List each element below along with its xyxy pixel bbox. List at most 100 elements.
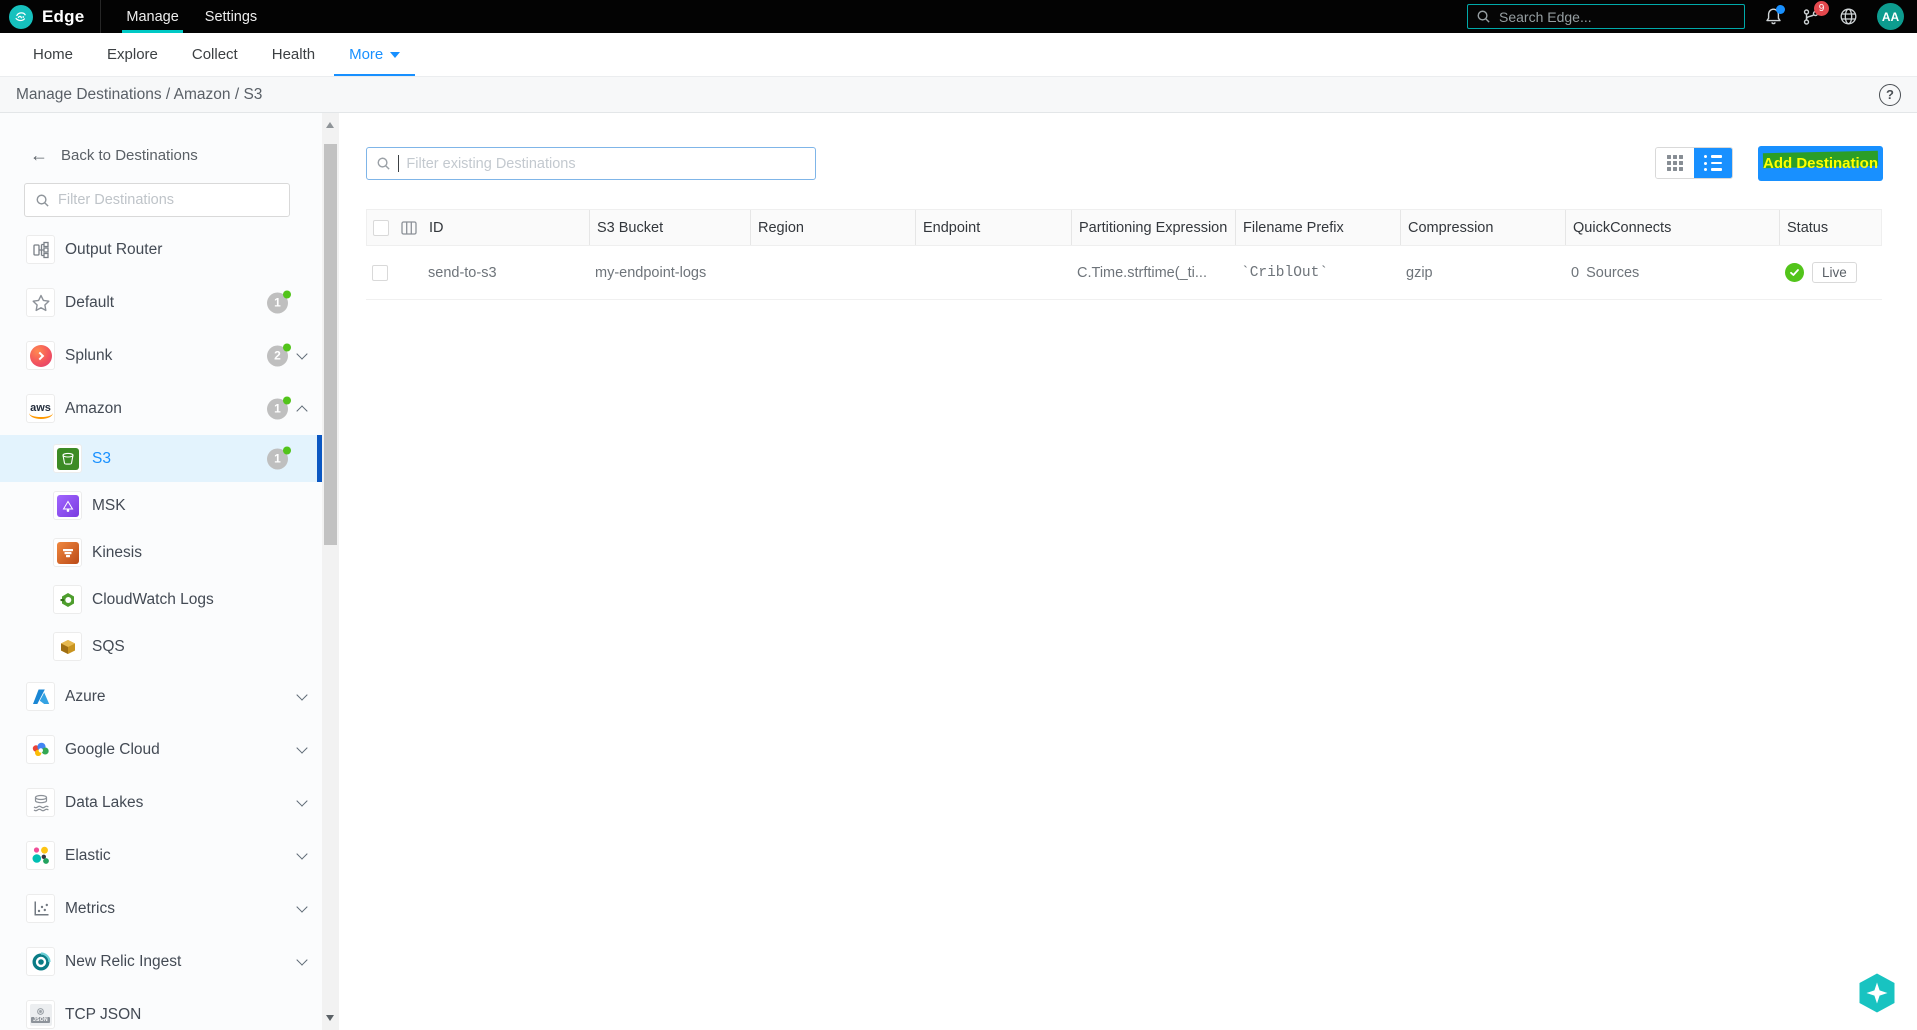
sidebar-item-azure[interactable]: Azure [0,670,322,723]
new-relic-icon [26,947,55,976]
sidebar-item-kinesis[interactable]: Kinesis [0,529,322,576]
sidebar-item-google-cloud[interactable]: Google Cloud [0,723,322,776]
chevron-up-icon [296,404,308,417]
quickconnects-count: 0 [1571,264,1580,281]
sidebar-scrollbar[interactable] [322,113,339,1030]
cell-quickconnects: 0 Sources [1564,246,1778,299]
sidebar-item-tcp-json[interactable]: JSON TCP JSON [0,988,322,1030]
secondary-nav: Home Explore Collect Health More [0,33,1917,76]
sidebar-filter-input[interactable]: Filter Destinations [24,183,290,217]
table-row[interactable]: send-to-s3 my-endpoint-logs C.Time.strft… [366,246,1882,300]
brand-logo-area[interactable]: Edge [0,0,102,33]
header-partitioning-expression: Partitioning Expression [1071,210,1235,245]
count-badge: 1 [267,290,291,313]
chevron-down-icon [296,847,308,860]
list-view-button[interactable] [1694,148,1732,178]
notifications-button[interactable] [1764,5,1785,26]
cell-id[interactable]: send-to-s3 [366,246,588,299]
back-to-destinations-link[interactable]: ← Back to Destinations [0,113,322,164]
header-quickconnects: QuickConnects [1565,210,1779,245]
data-lakes-icon [26,788,55,817]
sidebar-item-sqs[interactable]: SQS [0,623,322,670]
breadcrumb-bar: Manage Destinations / Amazon / S3 ? [0,76,1917,113]
sidebar-item-data-lakes[interactable]: Data Lakes [0,776,322,829]
add-destination-button[interactable]: Add Destination [1758,146,1883,181]
notification-dot [1776,5,1785,14]
sidebar-item-cloudwatch-logs[interactable]: CloudWatch Logs [0,576,322,623]
tab-home[interactable]: Home [16,33,90,76]
sidebar-item-output-router[interactable]: Output Router [0,223,322,276]
tab-health[interactable]: Health [255,33,332,76]
sidebar-item-new-relic-ingest[interactable]: New Relic Ingest [0,935,322,988]
search-icon [36,194,49,207]
cribl-logo-icon [9,4,33,29]
help-button[interactable]: ? [1879,83,1901,106]
chevron-down-icon [296,741,308,754]
filter-destinations-input[interactable]: Filter existing Destinations [366,147,816,180]
search-icon [1477,10,1490,23]
assistant-fab-button[interactable] [1856,972,1898,1014]
sidebar-item-elastic[interactable]: Elastic [0,829,322,882]
chevron-down-icon [390,51,401,58]
topnav-settings[interactable]: Settings [192,0,270,33]
cell-endpoint [914,246,1070,299]
tab-more[interactable]: More [332,33,417,76]
azure-icon [26,682,55,711]
chevron-down-icon [296,688,308,701]
destinations-main-panel: Filter existing Destinations Add Destina… [339,113,1917,1030]
tab-more-label: More [349,46,384,63]
select-all-checkbox[interactable] [373,219,389,236]
user-avatar[interactable]: AA [1877,3,1904,30]
sqs-icon [53,632,82,661]
tcp-json-icon: JSON [26,1000,55,1029]
header-s3-bucket: S3 Bucket [589,210,750,245]
status-badge[interactable]: Live [1812,262,1857,283]
sidebar-filter-placeholder: Filter Destinations [58,192,175,208]
live-dot [283,446,291,454]
msk-icon [53,491,82,520]
grid-view-button[interactable] [1656,148,1694,178]
tab-collect[interactable]: Collect [175,33,255,76]
tab-explore[interactable]: Explore [90,33,175,76]
cell-partitioning-expression: C.Time.strftime(_ti... [1077,264,1207,281]
scrollbar-thumb[interactable] [324,144,337,545]
breadcrumb: Manage Destinations / Amazon / S3 [16,85,263,103]
destinations-sidebar: ← Back to Destinations Filter Destinatio… [0,113,322,1030]
metrics-chart-icon [26,894,55,923]
top-app-bar: Edge Manage Settings Search Edge... 9 AA [0,0,1917,33]
output-router-icon [26,235,55,264]
view-toggle-group [1655,147,1733,179]
sidebar-item-amazon[interactable]: aws Amazon 1 [0,382,322,435]
topnav-manage[interactable]: Manage [113,0,191,33]
status-ok-icon [1785,263,1804,282]
s3-icon [53,444,82,473]
destination-type-list: Output Router Default 1 Splunk 2 aws Ama… [0,223,322,1030]
top-nav: Manage Settings [113,0,270,33]
global-search-input[interactable]: Search Edge... [1467,4,1745,29]
destinations-table: ID S3 Bucket Region Endpoint Partitionin… [366,209,1882,300]
table-header-row: ID S3 Bucket Region Endpoint Partitionin… [366,209,1882,246]
count-badge: 2 [267,343,291,366]
topbar-right-tools: Search Edge... 9 AA [1467,0,1917,30]
row-checkbox[interactable] [372,264,388,281]
count-badge: 1 [267,396,291,419]
sidebar-item-splunk[interactable]: Splunk 2 [0,329,322,382]
git-changes-button[interactable]: 9 [1802,0,1829,26]
filter-placeholder: Filter existing Destinations [406,155,576,172]
back-label: Back to Destinations [61,146,198,164]
quickconnects-label: Sources [1586,264,1640,281]
cell-filename-prefix: `CriblOut` [1241,264,1329,281]
scroll-up-arrow[interactable] [326,122,334,128]
scroll-down-arrow[interactable] [326,1015,334,1021]
docs-globe-button[interactable] [1839,7,1858,26]
sidebar-item-msk[interactable]: MSK [0,482,322,529]
sidebar-item-default[interactable]: Default 1 [0,276,322,329]
chevron-down-icon [296,953,308,966]
live-dot [283,396,291,404]
sidebar-item-metrics[interactable]: Metrics [0,882,322,935]
git-changes-badge: 9 [1814,0,1829,16]
sidebar-item-s3[interactable]: S3 1 [0,435,322,482]
chevron-down-icon [296,900,308,913]
header-region: Region [750,210,915,245]
columns-config-icon[interactable] [400,219,420,237]
